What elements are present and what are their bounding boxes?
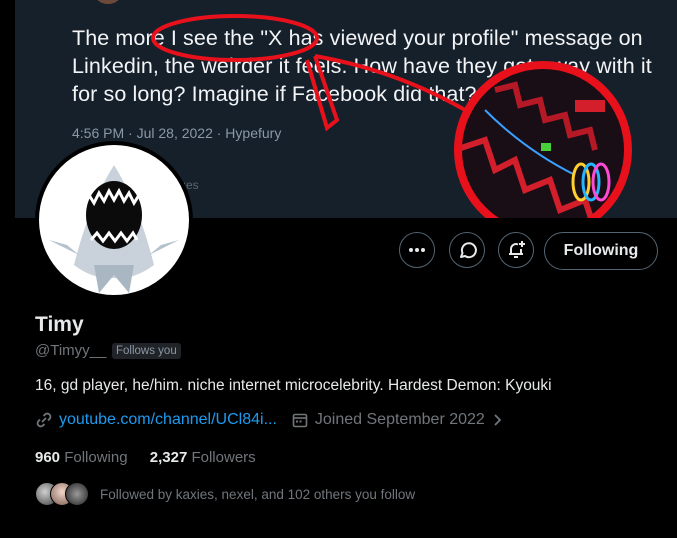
profile-joined-date: Joined September 2022 <box>314 411 485 428</box>
message-icon <box>460 242 477 259</box>
link-icon <box>36 412 52 428</box>
notification-add-icon <box>509 241 525 258</box>
more-icon <box>409 248 425 252</box>
follow-counts: 960 Following 2,327 Followers <box>35 449 256 466</box>
profile-name: Timy <box>35 313 84 336</box>
followers-link[interactable]: 2,327 Followers <box>150 449 256 466</box>
calendar-icon <box>292 413 308 428</box>
chevron-right-icon[interactable] <box>491 411 505 429</box>
followers-label: Followers <box>191 449 256 466</box>
annotation-arrow-shaft <box>314 54 466 112</box>
following-count: 960 <box>35 449 61 466</box>
annotation-inset-image <box>458 65 628 218</box>
follower-avatar <box>65 482 89 506</box>
notification-button[interactable] <box>498 232 534 268</box>
annotation-arrow <box>305 55 340 132</box>
followers-count: 2,327 <box>149 449 188 466</box>
avatar[interactable] <box>35 141 193 299</box>
followed-by-row[interactable]: Followed by kaxies, nexel, and 102 other… <box>35 482 415 506</box>
profile-meta-row: youtube.com/channel/UCl84i... Joined Sep… <box>35 411 505 429</box>
message-button[interactable] <box>449 232 485 268</box>
profile-link[interactable]: youtube.com/channel/UCl84i... <box>59 411 277 429</box>
following-label: Following <box>64 449 128 466</box>
following-link[interactable]: 960 Following <box>35 449 132 466</box>
followed-by-text: Followed by kaxies, nexel, and 102 other… <box>100 486 416 502</box>
following-button[interactable]: Following <box>544 232 658 270</box>
profile-handle: @Timyy__ <box>35 342 107 359</box>
profile-bio: 16, gd player, he/him. niche internet mi… <box>35 377 552 394</box>
annotation-ellipse <box>151 14 319 62</box>
follows-you-badge: Follows you <box>112 343 181 359</box>
more-button[interactable] <box>399 232 435 268</box>
shark-avatar-image <box>49 165 179 293</box>
